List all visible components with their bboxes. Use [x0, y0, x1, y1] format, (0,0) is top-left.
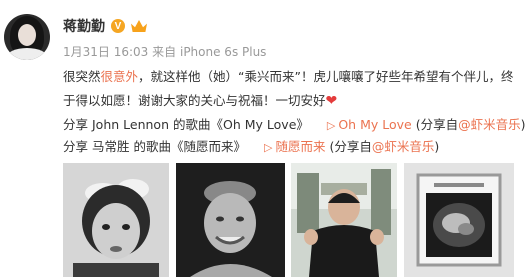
- share-middle: 的歌曲: [173, 117, 211, 132]
- via-suffix: ): [434, 139, 440, 154]
- highlight-text: 很意外: [100, 69, 139, 84]
- source-prefix: 来自: [152, 45, 177, 59]
- share-song-title: 《随愿而来》: [171, 139, 247, 154]
- boy-with-cap-image: [176, 163, 285, 277]
- post-source[interactable]: iPhone 6s Plus: [180, 45, 266, 59]
- share-artist: 马常胜: [92, 139, 130, 154]
- avatar-coat: [6, 48, 48, 60]
- photo-thumbnail-3[interactable]: [291, 163, 397, 277]
- post-text-segment: ，就这样他（她）“乘兴而来”！虎儿嚷嚷了好些年希望有个伴儿，终: [138, 69, 514, 84]
- share-line-1: 分享 John Lennon 的歌曲《Oh My Love》 ▷ Oh My Lo…: [63, 116, 525, 135]
- via-prefix: (分享自: [415, 117, 459, 132]
- play-icon[interactable]: ▷: [264, 141, 272, 154]
- share-song-title: 《Oh My Love》: [210, 117, 309, 132]
- share-prefix: 分享: [63, 139, 89, 154]
- share-artist: John Lennon: [92, 117, 170, 132]
- verified-badge-icon[interactable]: V: [111, 19, 125, 33]
- share-prefix: 分享: [63, 117, 89, 132]
- via-prefix: (分享自: [329, 139, 372, 154]
- boy-in-jacket-image: [291, 163, 397, 277]
- heart-icon: ❤: [325, 93, 338, 109]
- user-header: 蒋勤勤 V: [63, 17, 147, 35]
- share-middle: 的歌曲: [133, 139, 172, 154]
- ultrasound-image: [404, 163, 514, 277]
- via-link[interactable]: @虾米音乐: [372, 139, 435, 154]
- member-crown-icon[interactable]: [131, 18, 147, 34]
- post-time[interactable]: 1月31日 16:03: [63, 45, 148, 59]
- post-text-line-2: 于得以如愿！谢谢大家的关心与祝福！一切安好❤: [63, 92, 337, 110]
- avatar-face: [18, 24, 36, 46]
- photo-thumbnail-1[interactable]: [63, 163, 169, 277]
- song-link[interactable]: 随愿而来: [275, 139, 325, 154]
- girl-portrait-image: [63, 163, 169, 277]
- post-text-segment: 于得以如愿！谢谢大家的关心与祝福！一切安好: [63, 93, 326, 108]
- photo-thumbnail-2[interactable]: [176, 163, 285, 277]
- share-line-2: 分享 马常胜 的歌曲《随愿而来》 ▷ 随愿而来 (分享自@虾米音乐): [63, 138, 439, 157]
- via-link[interactable]: @虾米音乐: [458, 117, 521, 132]
- via-suffix: ): [520, 117, 526, 132]
- post-meta: 1月31日 16:03 来自 iPhone 6s Plus: [63, 43, 266, 60]
- avatar[interactable]: [4, 14, 50, 60]
- play-icon[interactable]: ▷: [327, 119, 335, 132]
- song-link[interactable]: Oh My Love: [338, 117, 411, 132]
- photo-thumbnail-4[interactable]: [404, 163, 514, 277]
- username[interactable]: 蒋勤勤: [63, 16, 105, 36]
- post-text-segment: 很突然: [63, 69, 101, 84]
- post-text-line-1: 很突然很意外，就这样他（她）“乘兴而来”！虎儿嚷嚷了好些年希望有个伴儿，终: [63, 68, 513, 86]
